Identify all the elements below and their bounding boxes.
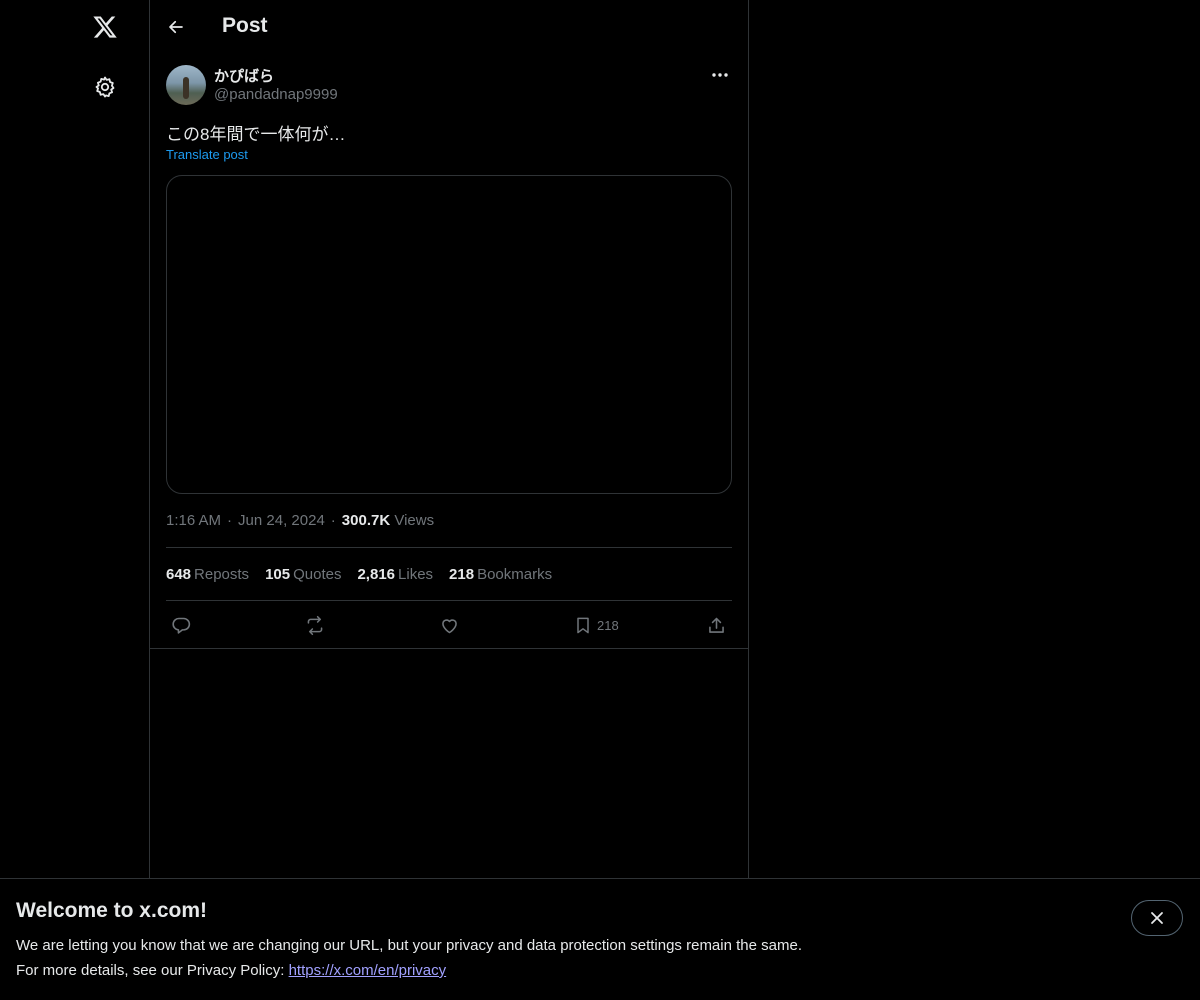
stat-label: Bookmarks [477,566,553,583]
stat-quotes[interactable]: 105 Quotes [265,566,341,583]
stat-reposts[interactable]: 648 Reposts [166,566,249,583]
meta-dot: · [227,512,233,529]
reply-icon[interactable] [171,612,192,638]
stat-likes[interactable]: 2,816 Likes [357,566,433,583]
share-icon[interactable] [706,612,727,638]
stat-number: 2,816 [357,566,396,583]
x-logo-icon[interactable] [89,11,121,43]
banner-title: Welcome to x.com! [16,899,207,922]
stat-label: Reposts [194,566,250,583]
bookmark-count: 218 [597,617,619,633]
page: Post かぴばら @pandadnap9999 この8年間で一体何が… Tra… [0,0,1200,1000]
views-label: Views [394,512,435,529]
gear-icon[interactable] [91,73,119,101]
post-stats: 648 Reposts 105 Quotes 2,816 Likes 218 Bookmark… [166,566,568,583]
action-bar: 218 [166,612,732,638]
stat-number: 218 [449,566,475,583]
banner-message: We are letting you know that we are chan… [16,937,802,954]
privacy-policy-link[interactable]: https://x.com/en/privacy [289,962,447,979]
banner-privacy-prefix: For more details, see our Privacy Policy… [16,962,289,979]
left-nav [0,0,149,1000]
post-media[interactable] [166,175,732,494]
bookmark-button[interactable]: 218 [573,612,619,638]
heart-icon[interactable] [439,612,460,638]
author-name[interactable]: かぴばら [214,65,274,86]
header: Post [150,0,748,54]
meta-dot: · [330,512,336,529]
views-count: 300.7K [341,512,391,529]
bookmark-icon [577,617,589,633]
author-handle[interactable]: @pandadnap9999 [214,86,338,103]
main-column: Post かぴばら @pandadnap9999 この8年間で一体何が… Tra… [149,0,749,1000]
page-title: Post [222,14,268,37]
back-arrow-icon[interactable] [162,13,190,41]
stat-label: Quotes [293,566,342,583]
stat-number: 648 [166,566,192,583]
stat-label: Likes [398,566,434,583]
avatar[interactable] [166,65,206,105]
close-icon [1151,912,1163,924]
close-banner-button[interactable] [1131,900,1183,936]
stat-bookmarks[interactable]: 218 Bookmarks [449,566,552,583]
divider [166,600,732,601]
welcome-banner: Welcome to x.com! We are letting you kno… [0,878,1200,1000]
more-horizontal-icon[interactable] [708,64,732,86]
post-time[interactable]: 1:16 AM [166,512,221,529]
avatar-figure [183,77,189,99]
post-text: この8年間で一体何が… [166,125,346,144]
post-date[interactable]: Jun 24, 2024 [238,512,325,529]
post-meta: 1:16 AM · Jun 24, 2024 · 300.7K Views [166,512,434,529]
divider [166,547,732,548]
stat-number: 105 [265,566,291,583]
post-bottom-border [150,648,748,649]
translate-post-link[interactable]: Translate post [166,147,248,162]
banner-privacy-line: For more details, see our Privacy Policy… [16,962,446,979]
repost-icon[interactable] [304,612,326,638]
